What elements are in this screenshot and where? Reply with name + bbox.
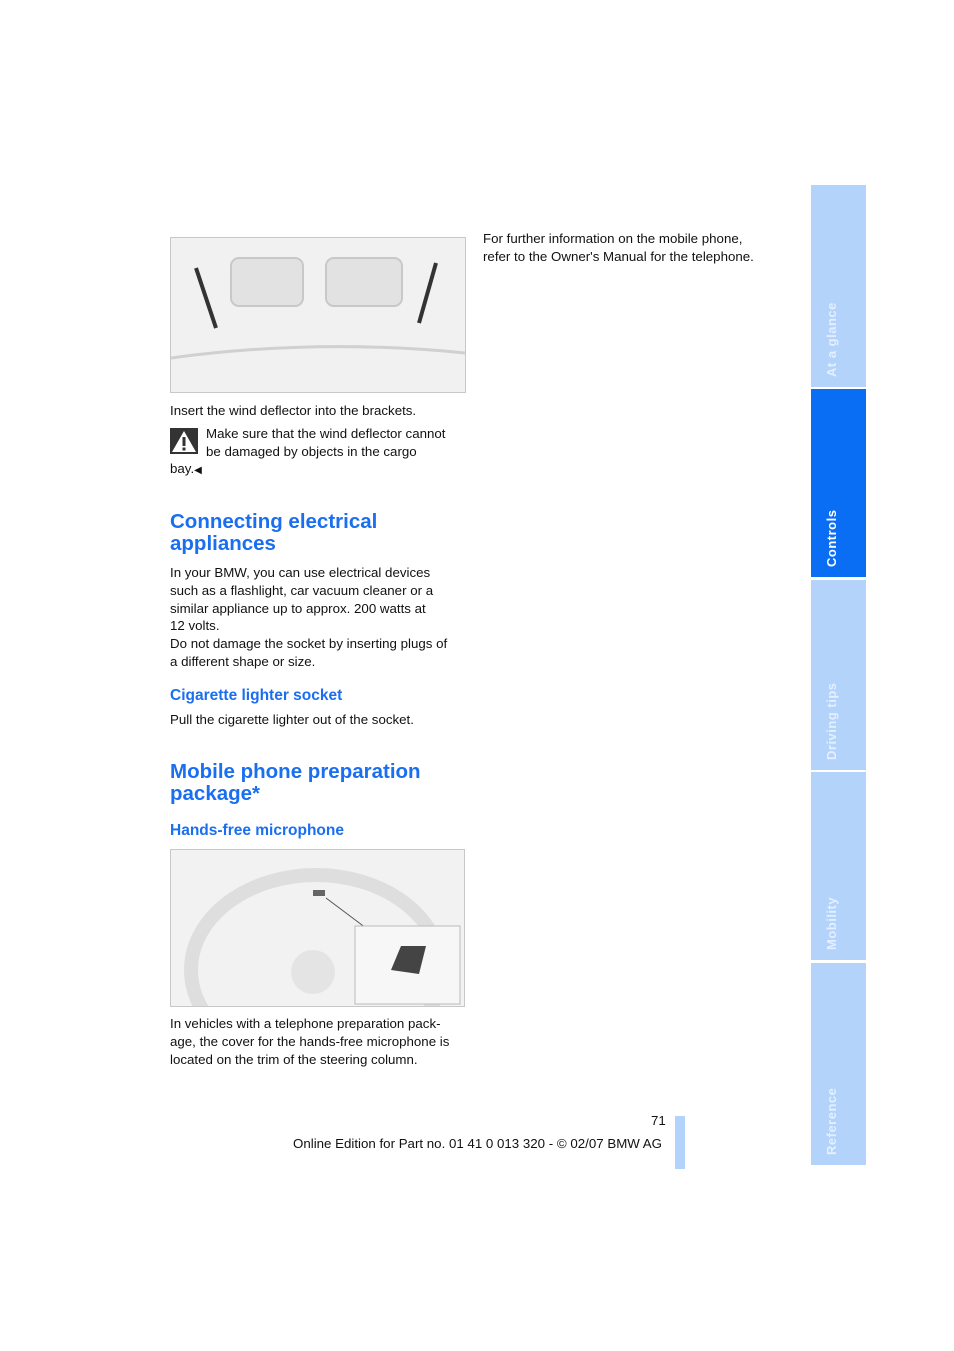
body-line: a different shape or size. [170,653,316,669]
tab-mobility[interactable]: Mobility [811,772,866,960]
wind-deflector-illustration [171,238,465,392]
tab-label: At a glance [823,302,839,377]
tab-reference[interactable]: Reference [811,963,866,1165]
section-title: Connecting electrical appliances [170,510,378,555]
warning-icon [170,428,198,454]
caption-line: located on the trim of the steering colu… [170,1051,418,1067]
section-title: package* [170,782,261,805]
section-body: In your BMW, you can use electrical devi… [170,564,447,671]
warning-line-end: bay. [170,461,195,476]
page-number: 71 [651,1113,666,1128]
microphone-figure [170,849,465,1007]
warning-line: Make sure that the wind deflector cannot [206,426,446,441]
tab-controls[interactable]: Controls [811,389,866,577]
body-line: similar appliance up to approx. 200 watt… [170,600,426,616]
tab-at-a-glance[interactable]: At a glance [811,185,866,387]
manual-page: Insert the wind deflector into the brack… [0,0,954,1351]
right-column-body: For further information on the mobile ph… [483,230,754,266]
page-marker-bar [675,1116,685,1169]
body-line: Do not damage the socket by inserting pl… [170,636,448,652]
tab-label: Driving tips [823,682,839,760]
body-line: In your BMW, you can use electrical devi… [170,565,431,580]
body-line: such as a flashlight, car vacuum cleaner… [170,582,434,598]
body-line: 12 volts. [170,618,220,634]
tab-label: Controls [823,509,839,567]
warning-line: bay.◀ [170,460,202,480]
end-mark-icon: ◀ [194,465,202,476]
caption-line: In vehicles with a telephone preparation… [170,1016,441,1031]
subsection-title: Hands-free microphone [170,822,344,839]
section-title: Mobile phone preparation [170,760,421,783]
tab-label: Reference [823,1087,839,1155]
subsection-body: Pull the cigarette lighter out of the so… [170,712,414,727]
body-line: For further information on the mobile ph… [483,231,743,246]
body-line: refer to the Owner's Manual for the tele… [483,248,754,264]
tab-driving-tips[interactable]: Driving tips [811,580,866,770]
fig2-caption: In vehicles with a telephone preparation… [170,1015,449,1068]
steering-wheel-illustration [171,850,464,1006]
fig1-caption: Insert the wind deflector into the brack… [170,403,417,418]
tab-label: Mobility [823,896,839,950]
subsection-title: Cigarette lighter socket [170,687,343,704]
warning-line: be damaged by objects in the cargo [206,444,417,459]
wind-deflector-figure [170,237,466,393]
caption-line: age, the cover for the hands-free microp… [170,1033,450,1049]
edition-footer: Online Edition for Part no. 01 41 0 013 … [293,1136,663,1151]
